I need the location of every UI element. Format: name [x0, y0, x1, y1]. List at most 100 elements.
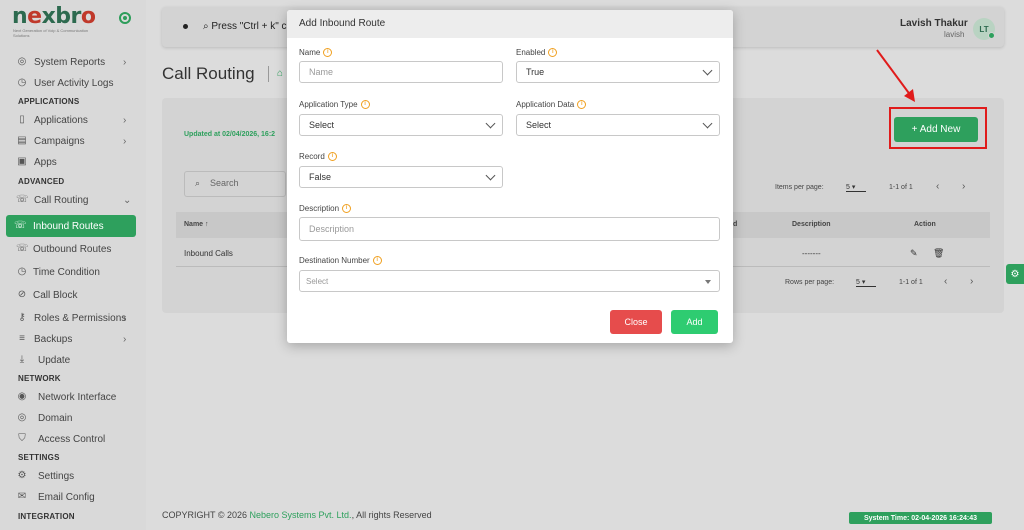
sidebar-item-update[interactable]: ⤓ Update [0, 350, 146, 370]
sidebar-item-label: User Activity Logs [34, 77, 114, 89]
sidebar-item-label: Call Routing [34, 194, 89, 206]
sidebar-item-label: Campaigns [34, 135, 85, 147]
sidebar-item-apps[interactable]: ▣ Apps [0, 152, 146, 172]
add-inbound-route-modal: Add Inbound Route Name i Name Enabled i Tr… [287, 10, 733, 343]
download-icon: ⤓ [19, 354, 25, 365]
sidebar-item-time-condition[interactable]: ◷ Time Condition [0, 262, 146, 282]
section-applications: APPLICATIONS [18, 97, 80, 106]
application-data-select[interactable]: Select [516, 114, 720, 136]
sidebar-item-label: Network Interface [38, 391, 117, 403]
prev-page-icon[interactable]: ‹ [936, 181, 939, 192]
info-icon[interactable]: i [548, 48, 558, 58]
chevron-right-icon: › [123, 114, 127, 126]
application-type-label: Application Type i [299, 100, 370, 110]
items-per-page-select[interactable]: 5 ▾ [846, 183, 866, 192]
enabled-select[interactable]: True [516, 61, 720, 83]
global-search-hint[interactable]: ⌕ Press "Ctrl + k" c [203, 21, 287, 32]
sidebar-item-domain[interactable]: ◎ Domain [0, 408, 146, 428]
sidebar-item-settings[interactable]: ⚙ Settings [0, 466, 146, 486]
name-field[interactable]: Name [299, 61, 503, 83]
description-placeholder: Description [309, 224, 355, 234]
chevron-down-icon [702, 118, 713, 129]
info-icon[interactable]: i [327, 152, 337, 162]
side-settings-tab[interactable]: ⚙ [1006, 264, 1024, 284]
sidebar-item-email-config[interactable]: ✉ Email Config [0, 487, 146, 507]
chevron-right-icon: › [123, 56, 127, 68]
sidebar-item-applications[interactable]: ▯ Applications › [0, 110, 146, 130]
sidebar-item-backups[interactable]: ≡ Backups › [0, 329, 146, 349]
record-select[interactable]: False [299, 166, 503, 188]
avatar[interactable]: LT [973, 18, 995, 40]
sidebar-item-label: Outbound Routes [33, 243, 112, 255]
sidebar-item-campaigns[interactable]: ▤ Campaigns › [0, 131, 146, 151]
globe-icon: ◎ [17, 412, 27, 423]
caret-down-icon [705, 280, 711, 287]
application-data-label: Application Data i [516, 100, 587, 110]
next-page-icon[interactable]: › [962, 181, 965, 192]
info-icon[interactable]: i [372, 256, 382, 266]
chevron-right-icon: › [123, 135, 127, 147]
destination-number-label-text: Destination Number [299, 256, 370, 265]
items-per-page-value: 5 [846, 184, 850, 191]
footer-copyright: COPYRIGHT © 2026 Nebero Systems Pvt. Ltd… [162, 510, 432, 520]
next-page-icon[interactable]: › [970, 276, 973, 287]
sidebar-item-outbound-routes[interactable]: ☏ Outbound Routes [0, 239, 146, 259]
menu-dot-icon[interactable] [183, 24, 188, 29]
items-per-page-label: Items per page: [775, 184, 824, 191]
mail-icon: ✉ [17, 491, 27, 502]
info-icon[interactable]: i [342, 204, 352, 214]
description-field[interactable]: Description [299, 217, 720, 241]
app-icon: ▣ [17, 156, 27, 167]
search-icon: ⌕ [195, 178, 201, 188]
trash-icon[interactable]: 🗑 [933, 248, 944, 259]
sidebar-item-system-reports[interactable]: ◎ System Reports › [0, 52, 146, 72]
user-name: Lavish Thakur [900, 18, 968, 29]
edit-icon[interactable]: ✎ [910, 248, 918, 259]
application-type-value: Select [309, 120, 335, 130]
rows-per-page-select[interactable]: 5 ▾ [856, 278, 876, 287]
info-icon[interactable]: i [360, 100, 370, 110]
application-type-select[interactable]: Select [299, 114, 503, 136]
wifi-icon: ◉ [17, 391, 27, 402]
title-divider [268, 66, 269, 82]
description-label-text: Description [299, 204, 340, 213]
sidebar-item-network-interface[interactable]: ◉ Network Interface [0, 387, 146, 407]
sidebar-item-access-control[interactable]: ⛉ Access Control [0, 429, 146, 449]
company-link[interactable]: Nebero Systems Pvt. Ltd. [250, 510, 352, 520]
destination-number-label: Destination Number i [299, 256, 382, 266]
sidebar-item-inbound-routes[interactable]: ☏ Inbound Routes [6, 215, 136, 237]
sidebar-item-call-routing[interactable]: ☏ Call Routing ⌄ [0, 190, 146, 210]
enabled-label-text: Enabled [516, 48, 546, 57]
info-icon[interactable]: i [577, 100, 587, 110]
brand-logo[interactable]: nexbro [12, 6, 96, 28]
info-icon[interactable]: i [323, 48, 333, 58]
sidebar-item-label: Time Condition [33, 266, 100, 278]
table-search-input[interactable]: ⌕ Search [184, 171, 286, 197]
section-integration: INTEGRATION [18, 512, 75, 521]
chevron-right-icon: › [123, 312, 127, 324]
destination-number-select[interactable]: Select [299, 270, 720, 292]
sidebar-item-roles-permissions[interactable]: ⚷ Roles & Permissions › [0, 308, 146, 328]
sidebar: nexbro Next Generation of Voip & Communi… [0, 0, 146, 530]
sidebar-item-label: Call Block [33, 289, 78, 301]
updated-timestamp: Updated at 02/04/2026, 16:2 [184, 131, 276, 138]
sidebar-item-label: Domain [38, 412, 73, 424]
column-header-action: Action [914, 221, 936, 228]
sidebar-item-call-block[interactable]: ⊘ Call Block [0, 285, 146, 305]
add-button[interactable]: Add [671, 310, 718, 334]
name-label: Name i [299, 48, 333, 58]
modal-header: Add Inbound Route [287, 10, 733, 38]
close-button[interactable]: Close [610, 310, 662, 334]
home-icon[interactable]: ⌂ [277, 68, 283, 79]
column-header-name[interactable]: Name ↑ [184, 221, 209, 228]
sidebar-item-user-activity-logs[interactable]: ◷ User Activity Logs [0, 73, 146, 93]
sidebar-item-label: Access Control [38, 433, 106, 445]
rows-range: 1-1 of 1 [899, 279, 923, 286]
enabled-value: True [526, 67, 545, 77]
settings-icon[interactable] [119, 12, 131, 24]
globe-icon: ◎ [17, 56, 27, 67]
phone-icon: ▯ [19, 114, 25, 125]
enabled-label: Enabled i [516, 48, 558, 58]
chevron-down-icon [485, 170, 496, 181]
prev-page-icon[interactable]: ‹ [944, 276, 947, 287]
